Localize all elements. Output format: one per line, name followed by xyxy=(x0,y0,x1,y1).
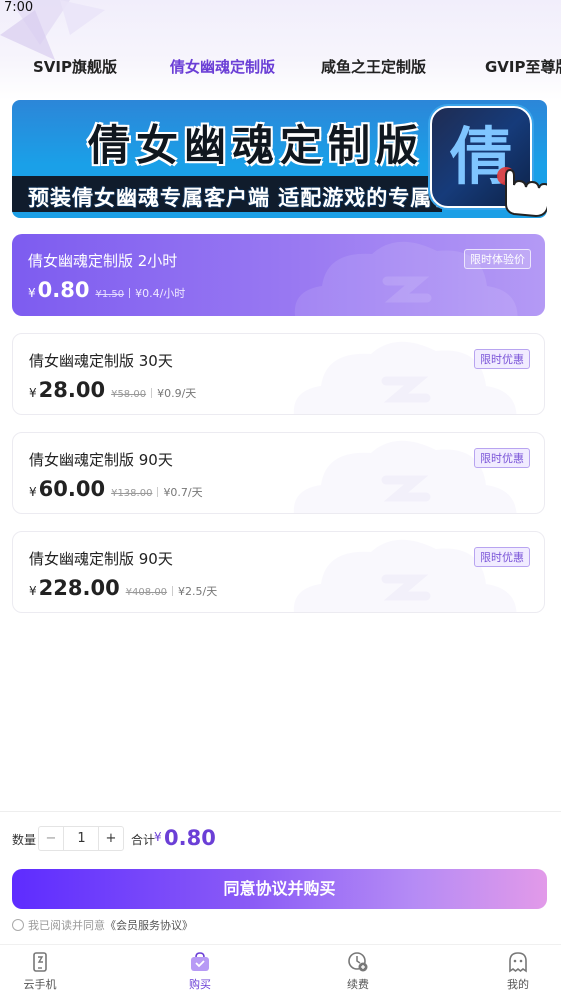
shopping-bag-icon xyxy=(191,952,209,971)
plan-unit-price: ¥0.9/天 xyxy=(157,387,197,400)
divider xyxy=(151,388,153,398)
plan-tabs: SVIP旗舰版 倩女幽魂定制版 咸鱼之王定制版 GVIP至尊版 xyxy=(0,50,561,84)
plan-card[interactable]: 倩女幽魂定制版 2小时 限时体验价 ¥0.80 ¥1.50 ¥0.4/小时 xyxy=(12,234,545,316)
plan-price-row: ¥60.00 ¥138.00 ¥0.7/天 xyxy=(29,477,203,503)
plan-price: 60.00 xyxy=(38,477,106,501)
plan-price-row: ¥0.80 ¥1.50 ¥0.4/小时 xyxy=(28,278,185,304)
divider xyxy=(172,586,174,596)
bottom-navigation: 云手机 购买 续费 我的 xyxy=(0,944,561,999)
plan-price: 228.00 xyxy=(38,576,120,600)
plan-name: 倩女幽魂定制版 90天 xyxy=(29,550,173,568)
quantity-value[interactable]: 1 xyxy=(64,827,99,850)
service-agreement-link[interactable]: 《会员服务协议》 xyxy=(105,919,193,932)
quantity-label: 数量 xyxy=(12,833,37,847)
plan-price: 0.80 xyxy=(37,278,90,302)
nav-item-buy[interactable]: 购买 xyxy=(160,951,240,992)
plan-original-price: ¥1.50 xyxy=(95,289,125,300)
tab-xianyu[interactable]: 咸鱼之王定制版 xyxy=(321,56,426,77)
plan-name: 倩女幽魂定制版 90天 xyxy=(29,451,173,469)
cloud-decoration-icon xyxy=(293,539,517,612)
nav-item-mine[interactable]: 我的 xyxy=(478,951,558,992)
status-bar-time: 7:00 xyxy=(4,0,34,15)
phone-icon xyxy=(33,952,47,972)
plan-price: 28.00 xyxy=(38,378,106,402)
plan-badge: 限时体验价 xyxy=(464,249,531,269)
increment-button[interactable]: + xyxy=(98,827,123,850)
agree-text: 我已阅读并同意 xyxy=(28,919,105,932)
tab-qiannv[interactable]: 倩女幽魂定制版 xyxy=(170,56,275,77)
cloud-decoration-icon xyxy=(293,440,517,513)
tab-svip[interactable]: SVIP旗舰版 xyxy=(33,56,117,77)
plan-card[interactable]: 倩女幽魂定制版 30天 限时优惠 ¥28.00 ¥58.00 ¥0.9/天 xyxy=(12,333,545,415)
plan-original-price: ¥138.00 xyxy=(111,488,153,499)
cloud-decoration-icon xyxy=(293,341,517,414)
agree-and-buy-button[interactable]: 同意协议并购买 xyxy=(12,869,547,909)
total-label: 合计 xyxy=(131,833,156,847)
plan-unit-price: ¥0.7/天 xyxy=(163,486,203,499)
purchase-divider xyxy=(0,811,561,812)
agree-checkbox[interactable] xyxy=(12,919,24,931)
divider xyxy=(157,487,159,497)
banner-title: 倩女幽魂定制版 xyxy=(88,121,425,170)
currency-symbol: ¥ xyxy=(29,386,37,400)
cloud-decoration-icon xyxy=(294,241,518,316)
renew-clock-icon xyxy=(348,952,368,972)
quantity-stepper: − 1 + xyxy=(38,826,124,851)
nav-label: 云手机 xyxy=(23,978,57,991)
total-price: 0.80 xyxy=(164,826,216,850)
currency-symbol: ¥ xyxy=(29,485,37,499)
nav-label: 购买 xyxy=(189,978,211,991)
plan-original-price: ¥408.00 xyxy=(125,587,168,598)
plan-unit-price: ¥0.4/小时 xyxy=(135,287,186,300)
tap-hand-icon xyxy=(497,167,547,218)
plan-price-row: ¥228.00 ¥408.00 ¥2.5/天 xyxy=(29,576,217,602)
plan-name: 倩女幽魂定制版 30天 xyxy=(29,352,173,370)
plan-badge: 限时优惠 xyxy=(474,547,530,567)
plan-unit-price: ¥2.5/天 xyxy=(178,585,218,598)
currency-symbol: ¥ xyxy=(28,286,36,300)
plan-price-row: ¥28.00 ¥58.00 ¥0.9/天 xyxy=(29,378,196,404)
plan-badge: 限时优惠 xyxy=(474,349,530,369)
tab-gvip[interactable]: GVIP至尊版 xyxy=(485,56,561,77)
plan-card[interactable]: 倩女幽魂定制版 90天 限时优惠 ¥60.00 ¥138.00 ¥0.7/天 xyxy=(12,432,545,514)
divider xyxy=(129,288,131,298)
nav-item-cloud-phone[interactable]: 云手机 xyxy=(0,951,80,992)
currency-symbol: ¥ xyxy=(29,584,37,598)
banner-subtitle: 预装倩女幽魂专属客户端 适配游戏的专属机型 xyxy=(28,186,477,210)
nav-label: 我的 xyxy=(507,978,529,991)
promo-banner[interactable]: 倩女幽魂定制版 预装倩女幽魂专属客户端 适配游戏的专属机型 倩 xyxy=(12,100,547,218)
nav-item-renew[interactable]: 续费 xyxy=(318,951,398,992)
decrement-button[interactable]: − xyxy=(39,827,64,850)
agreement-row: 我已阅读并同意《会员服务协议》 xyxy=(12,917,193,933)
plan-original-price: ¥58.00 xyxy=(111,389,147,400)
plan-badge: 限时优惠 xyxy=(474,448,530,468)
plan-name: 倩女幽魂定制版 2小时 xyxy=(28,252,178,270)
total-currency: ¥ xyxy=(154,830,162,844)
nav-label: 续费 xyxy=(347,978,369,991)
plan-card[interactable]: 倩女幽魂定制版 90天 限时优惠 ¥228.00 ¥408.00 ¥2.5/天 xyxy=(12,531,545,613)
profile-ghost-icon xyxy=(509,952,527,973)
